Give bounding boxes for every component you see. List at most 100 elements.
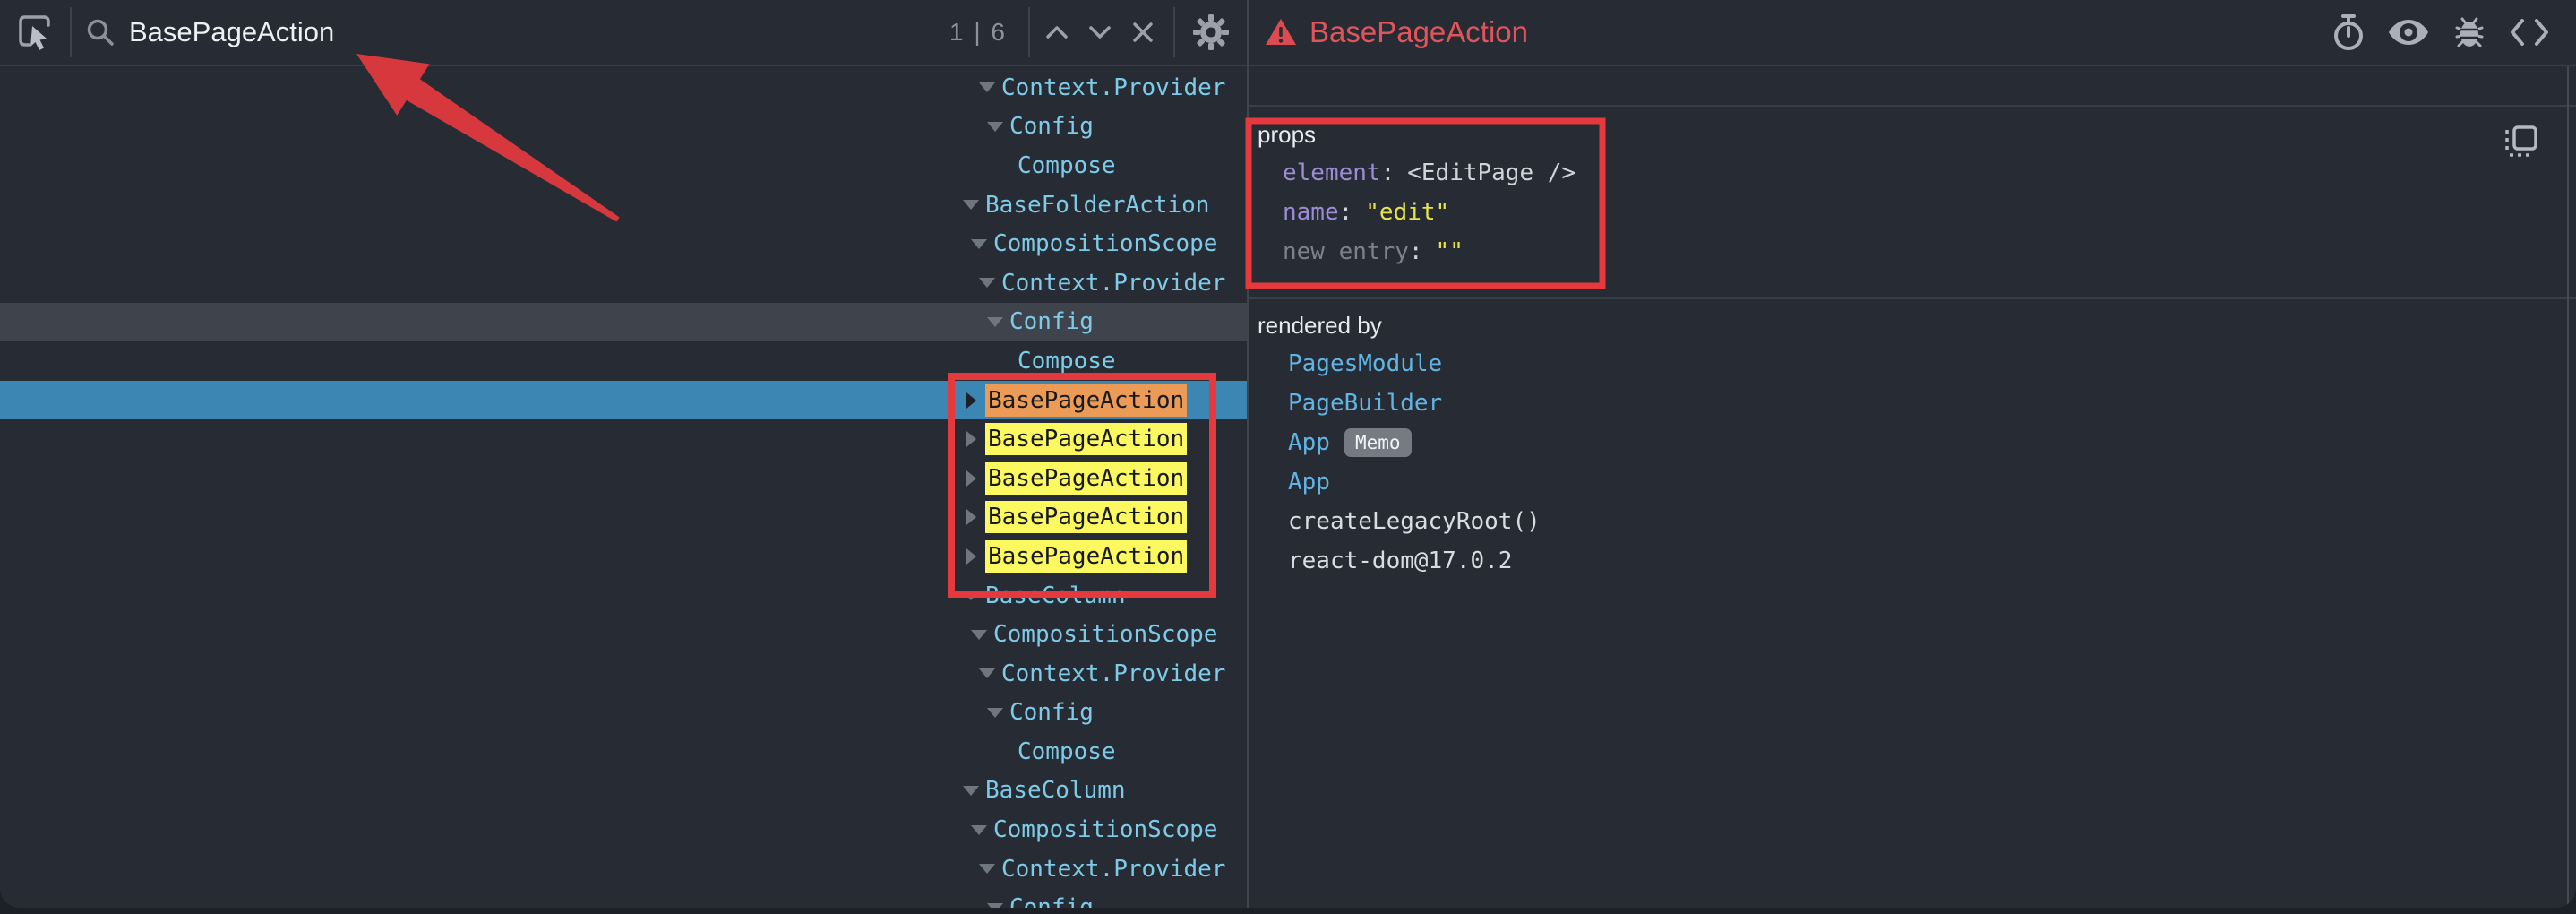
component-name: Compose	[1018, 348, 1116, 375]
clear-search-button[interactable]	[1121, 22, 1164, 43]
component-name-match: BasePageAction	[985, 540, 1187, 573]
prop-key: new entry	[1283, 238, 1409, 265]
collapse-toggle[interactable]	[978, 860, 996, 878]
tree-row[interactable]: Config	[0, 694, 1247, 733]
react-devtools-window: 1 | 6	[0, 0, 2576, 908]
tree-row[interactable]: BasePageAction	[0, 419, 1247, 459]
tree-row[interactable]: Context.Provider	[0, 263, 1247, 303]
header-spacer	[1249, 66, 2576, 107]
collapse-toggle[interactable]	[986, 313, 1004, 331]
tree-row[interactable]: Context.Provider	[0, 849, 1247, 889]
inspected-component-header: BasePageAction	[1249, 0, 2576, 66]
component-name: BaseFolderAction	[985, 192, 1209, 219]
tree-row[interactable]: CompositionScope	[0, 810, 1247, 849]
collapse-toggle[interactable]	[978, 665, 996, 683]
tree-row[interactable]: CompositionScope	[0, 224, 1247, 263]
tree-row[interactable]: Context.Provider	[0, 68, 1247, 108]
prop-value[interactable]: <EditPage />	[1407, 160, 1576, 186]
expand-toggle[interactable]	[962, 392, 980, 410]
collapse-toggle[interactable]	[970, 821, 988, 839]
stopwatch-icon	[2331, 13, 2366, 51]
tree-row[interactable]: BaseColumn	[0, 576, 1247, 616]
component-name: CompositionScope	[993, 816, 1217, 843]
component-name: Compose	[1018, 738, 1116, 765]
rendered-by-item[interactable]: App Memo	[1249, 423, 2576, 462]
tree-row[interactable]: Compose	[0, 146, 1247, 185]
tree-row[interactable]: Compose	[0, 732, 1247, 772]
tree-row-selected[interactable]: BasePageAction	[0, 381, 1247, 420]
previous-match-button[interactable]	[1035, 25, 1078, 39]
scrollbar-gutter[interactable]	[2567, 66, 2569, 908]
expand-toggle[interactable]	[962, 548, 980, 565]
collapse-toggle[interactable]	[962, 781, 980, 799]
component-name: CompositionScope	[993, 230, 1217, 257]
component-name-match: BasePageAction	[985, 462, 1187, 495]
prop-new-entry-row[interactable]: new entry:""	[1249, 232, 2576, 272]
collapse-toggle[interactable]	[962, 196, 980, 214]
tree-row[interactable]: Context.Provider	[0, 654, 1247, 694]
collapse-toggle[interactable]	[986, 899, 1004, 908]
collapse-toggle[interactable]	[970, 235, 988, 253]
tree-row[interactable]: Config	[0, 888, 1247, 908]
settings-button[interactable]	[1175, 13, 1247, 51]
component-name: BaseColumn	[985, 582, 1126, 609]
inspect-element-button[interactable]	[0, 13, 70, 51]
prop-key: name	[1283, 199, 1339, 226]
component-name: Config	[1009, 699, 1094, 726]
prop-key: element	[1283, 160, 1381, 186]
eye-icon	[2388, 18, 2429, 47]
collapse-toggle[interactable]	[986, 703, 1004, 721]
rendered-by-item[interactable]: PagesModule	[1249, 344, 2576, 384]
dock-panel-button[interactable]	[2503, 125, 2538, 163]
prop-value[interactable]: "edit"	[1365, 199, 1449, 226]
tree-row[interactable]: Compose	[0, 341, 1247, 381]
owner-link[interactable]: PagesModule	[1288, 350, 1442, 377]
search-input[interactable]	[129, 16, 810, 48]
rendered-by-item: react-dom@17.0.2	[1249, 541, 2576, 581]
tree-row[interactable]: BasePageAction	[0, 537, 1247, 576]
profiler-timer-button[interactable]	[2331, 13, 2366, 51]
collapse-toggle[interactable]	[978, 274, 996, 292]
component-name: Config	[1009, 308, 1094, 335]
rendered-by-item: createLegacyRoot()	[1249, 502, 2576, 541]
rendered-by-label: rendered by	[1249, 306, 2576, 344]
component-name-current-match: BasePageAction	[985, 384, 1187, 417]
inspected-component-panel: BasePageAction	[1249, 0, 2576, 908]
tree-row[interactable]: BasePageAction	[0, 459, 1247, 498]
component-name: BaseColumn	[985, 777, 1126, 804]
expand-toggle[interactable]	[962, 470, 980, 487]
prop-value[interactable]: ""	[1436, 238, 1464, 265]
gear-icon	[1192, 13, 1230, 51]
tree-row[interactable]: CompositionScope	[0, 615, 1247, 654]
collapse-toggle[interactable]	[970, 625, 988, 643]
rendered-by-item[interactable]: App	[1249, 462, 2576, 502]
collapse-toggle[interactable]	[962, 587, 980, 605]
tree-row[interactable]: BasePageAction	[0, 498, 1247, 538]
error-warning-icon	[1265, 18, 1297, 47]
debug-button[interactable]	[2451, 13, 2488, 51]
owner-link[interactable]: App	[1288, 429, 1330, 456]
owner-link[interactable]: PageBuilder	[1288, 390, 1442, 417]
owner-link[interactable]: App	[1288, 469, 1330, 496]
search-result-count: 1 | 6	[949, 18, 1007, 47]
component-name: Config	[1009, 113, 1094, 140]
tree-row[interactable]: BaseFolderAction	[0, 185, 1247, 225]
dock-layout-icon	[2503, 125, 2538, 159]
prop-row: name:"edit"	[1249, 193, 2576, 232]
tree-row[interactable]: BaseColumn	[0, 772, 1247, 811]
rendered-by-item[interactable]: PageBuilder	[1249, 384, 2576, 423]
tree-toolbar: 1 | 6	[0, 0, 1247, 66]
rendered-by-section: rendered by PagesModule PageBuilder App …	[1249, 299, 2576, 581]
collapse-toggle[interactable]	[986, 117, 1004, 135]
view-source-button[interactable]	[2510, 19, 2549, 46]
component-name-match: BasePageAction	[985, 423, 1187, 455]
component-name-match: BasePageAction	[985, 501, 1187, 533]
collapse-toggle[interactable]	[978, 79, 996, 97]
next-match-button[interactable]	[1078, 25, 1121, 39]
root-entry: createLegacyRoot()	[1288, 508, 1541, 535]
expand-toggle[interactable]	[962, 430, 980, 448]
expand-toggle[interactable]	[962, 508, 980, 526]
tree-row[interactable]: Config	[0, 108, 1247, 147]
tree-row-hovered[interactable]: Config	[0, 303, 1247, 342]
suspense-toggle-button[interactable]	[2388, 18, 2429, 47]
